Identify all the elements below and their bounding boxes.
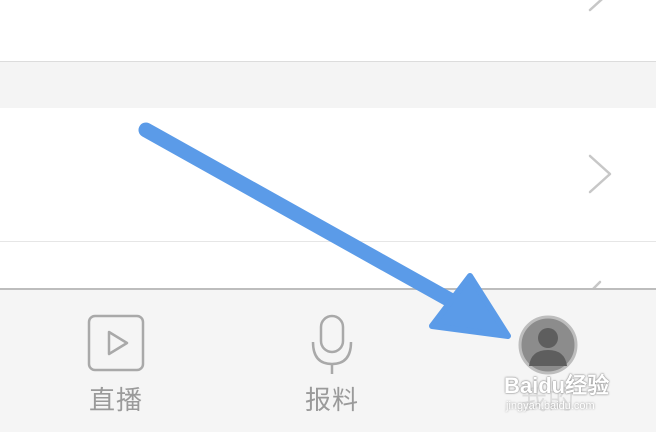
tab-label: 报料	[304, 386, 359, 416]
chevron-right-icon	[588, 154, 612, 194]
play-square-icon	[87, 314, 145, 372]
bottom-tab-bar: 直播 报料 我的	[0, 288, 656, 432]
list-row-top[interactable]	[0, 0, 656, 60]
microphone-icon	[311, 314, 353, 374]
tab-me[interactable]: 我的	[488, 314, 608, 424]
tab-live[interactable]: 直播	[56, 314, 176, 424]
chevron-right-icon	[588, 0, 603, 12]
section-separator	[0, 61, 656, 109]
list-row-bottom[interactable]	[0, 241, 656, 294]
tab-label: 直播	[88, 386, 143, 416]
tab-report[interactable]: 报料	[272, 314, 392, 424]
tab-label: 我的	[520, 386, 575, 416]
list-row-middle[interactable]	[0, 108, 656, 240]
user-avatar-icon	[518, 315, 578, 375]
